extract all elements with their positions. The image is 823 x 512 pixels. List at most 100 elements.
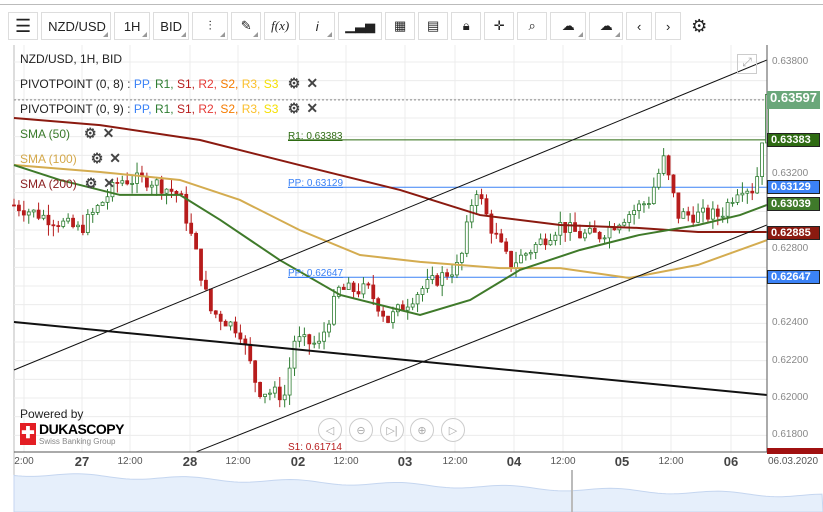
go-to-end-button[interactable]: ▷| xyxy=(380,418,404,442)
gear-icon[interactable]: ⚙ xyxy=(288,75,301,91)
candle-body xyxy=(445,272,449,277)
candle-body xyxy=(71,217,75,228)
close-icon[interactable]: ✕ xyxy=(103,125,115,141)
candle-body xyxy=(332,295,336,325)
time-label: 12:00 xyxy=(550,456,576,467)
candle-body xyxy=(81,224,85,233)
time-label: 12:00 xyxy=(658,456,684,467)
candle-body xyxy=(602,237,607,240)
candle-body xyxy=(169,188,174,192)
candle-body xyxy=(223,320,228,327)
close-icon[interactable]: ✕ xyxy=(306,100,318,116)
price-tick: 0.61800 xyxy=(772,429,809,441)
candle-body xyxy=(327,323,331,333)
candle-body xyxy=(637,203,641,211)
candle-body xyxy=(189,222,194,234)
price-tick: 0.62400 xyxy=(772,317,809,329)
candle-body xyxy=(519,254,523,264)
time-label: 06.03.2020 xyxy=(767,456,819,467)
candle-body xyxy=(346,282,351,290)
candle-body xyxy=(312,342,317,345)
pivot-part: R3, xyxy=(241,102,264,116)
gear-icon[interactable]: ⚙ xyxy=(288,100,301,116)
gear-icon[interactable]: ⚙ xyxy=(85,175,98,191)
close-icon[interactable]: ✕ xyxy=(306,75,318,91)
navigator-overview[interactable] xyxy=(0,470,823,512)
legend-pivot-2: PIVOTPOINT (0, 9) : PP, R1, S1, R2, S2, … xyxy=(20,100,319,116)
candle-body xyxy=(597,231,602,240)
candle-body xyxy=(504,241,509,252)
zoom-in-button[interactable]: ⊕ xyxy=(410,418,434,442)
price-badge: 0.63597 xyxy=(767,90,820,109)
candle-body xyxy=(533,244,538,253)
candle-body xyxy=(21,210,26,216)
legend-sma100: SMA (100) ⚙ ✕ xyxy=(20,150,121,166)
time-label: 2:00 xyxy=(14,456,34,467)
candle-body xyxy=(90,212,95,215)
time-label: 12:00 xyxy=(442,456,468,467)
pivot-part: R3, xyxy=(241,77,264,91)
candle-body xyxy=(371,284,376,300)
candle-body xyxy=(56,225,61,227)
time-label: 12:00 xyxy=(225,456,251,467)
pivot-part: S3 xyxy=(263,102,282,116)
price-tick: 0.62000 xyxy=(772,392,809,403)
gear-icon[interactable]: ⚙ xyxy=(84,125,97,141)
candle-body xyxy=(351,282,356,292)
candle-body xyxy=(583,232,587,239)
candle-body xyxy=(632,210,637,215)
candle-body xyxy=(755,176,760,194)
close-icon[interactable]: ✕ xyxy=(103,175,115,191)
legend-pivot-1: PIVOTPOINT (0, 8) : PP, R1, S1, R2, S2, … xyxy=(20,75,319,91)
close-icon[interactable]: ✕ xyxy=(109,150,121,166)
candle-body xyxy=(218,313,223,322)
zoom-out-button[interactable]: ⊖ xyxy=(349,418,373,442)
s1-badge xyxy=(767,448,823,454)
candle-body xyxy=(46,214,51,226)
candle-body xyxy=(36,209,41,219)
time-label: 02 xyxy=(290,454,306,469)
candle-body xyxy=(208,288,213,312)
time-label: 05 xyxy=(614,454,630,469)
expand-icon[interactable]: ⤢ xyxy=(737,54,757,74)
gear-icon[interactable]: ⚙ xyxy=(91,150,104,166)
candle-body xyxy=(710,208,715,220)
scroll-left-button[interactable]: ◁ xyxy=(318,418,342,442)
price-tick: 0.63200 xyxy=(772,168,809,179)
scroll-right-button[interactable]: ▷ xyxy=(441,418,465,442)
candle-body xyxy=(725,202,730,217)
time-label: 03 xyxy=(397,454,413,469)
candle-body xyxy=(745,190,750,194)
candle-body xyxy=(666,155,671,176)
time-label: 12:00 xyxy=(117,456,143,467)
candle-body xyxy=(12,204,16,207)
price-tick: 0.62800 xyxy=(772,242,809,254)
candle-body xyxy=(607,226,612,239)
candle-body xyxy=(282,394,287,401)
price-badge: 0.62885 xyxy=(767,225,820,240)
time-label: 28 xyxy=(182,454,198,469)
candle-body xyxy=(568,222,573,233)
pivot-s1-label: S1: 0.61714 xyxy=(288,442,342,453)
candle-body xyxy=(194,232,198,250)
candle-body xyxy=(233,321,238,334)
candle-body xyxy=(228,321,233,327)
candle-body xyxy=(720,215,725,218)
pivot-pp-label: PP: 0.63129 xyxy=(288,178,344,189)
candle-body xyxy=(523,253,528,256)
pivot-part: S1, xyxy=(176,77,199,91)
candle-body xyxy=(479,194,484,200)
candle-body xyxy=(750,190,755,194)
candle-body xyxy=(253,360,258,383)
time-label: 06 xyxy=(723,454,739,469)
time-label: 27 xyxy=(74,454,90,469)
pivot-part: S2, xyxy=(220,77,242,91)
pivot-pp2-label: PP: 0.62647 xyxy=(288,268,344,279)
candle-body xyxy=(174,191,179,195)
candle-body xyxy=(159,179,164,194)
candle-body xyxy=(622,221,627,226)
candle-body xyxy=(26,211,31,216)
candle-body xyxy=(440,272,445,286)
candle-body xyxy=(213,310,218,315)
time-label: 04 xyxy=(506,454,522,469)
